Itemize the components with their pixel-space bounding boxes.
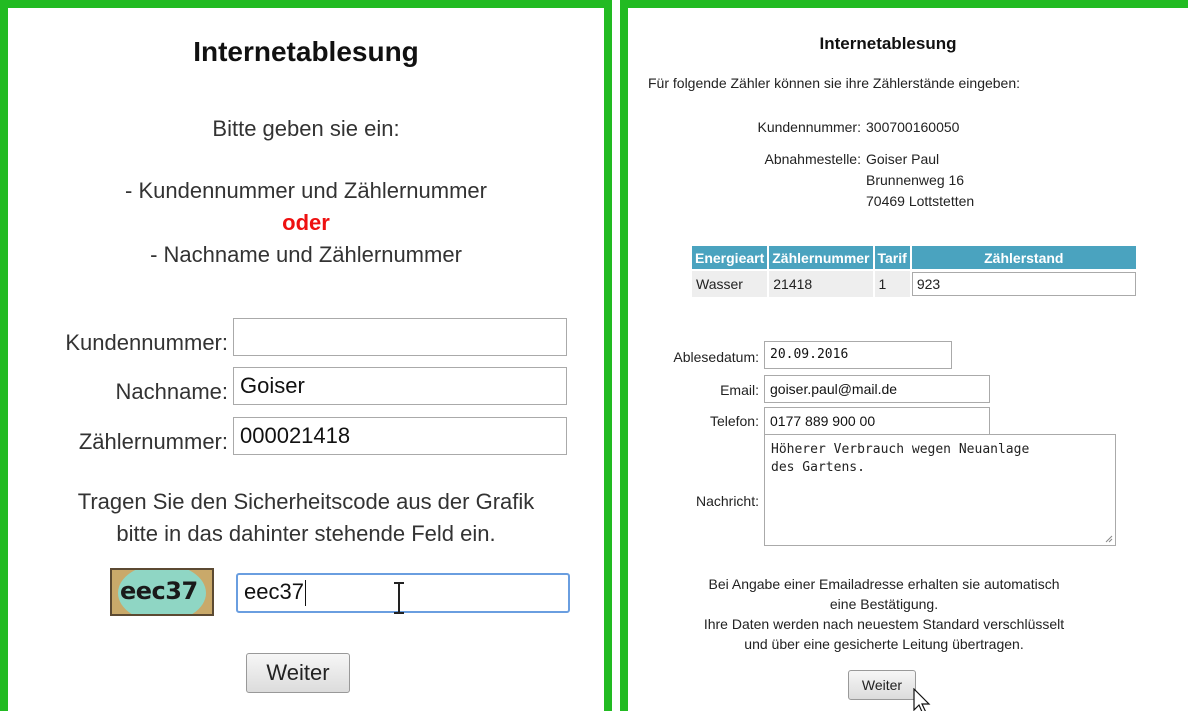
mouse-pointer-icon — [913, 688, 931, 711]
right-panel: Internetablesung Für folgende Zähler kön… — [620, 0, 1188, 711]
captcha-instructions: Tragen Sie den Sicherheitscode aus der G… — [8, 486, 604, 550]
captcha-instructions-line1: Tragen Sie den Sicherheitscode aus der G… — [77, 489, 535, 514]
zaehlerstand-input[interactable]: 923 — [911, 272, 1136, 296]
telefon-input[interactable]: 0177 889 900 00 — [764, 407, 990, 435]
kundennummer-label: Kundennummer: — [65, 330, 228, 355]
abnahmestelle-name: Goiser Paul — [866, 151, 940, 167]
ablesedatum-label: Ablesedatum: — [673, 349, 759, 365]
header-energieart: Energieart — [692, 246, 768, 269]
option-last-name: - Nachname und Zählernummer — [150, 242, 462, 267]
option-customer-number: - Kundennummer und Zählernummer — [125, 178, 487, 203]
captcha-image: eec37 — [110, 568, 214, 616]
meter-intro: Für folgende Zähler können sie ihre Zähl… — [648, 75, 1021, 91]
meter-table: Energieart Zählernummer Tarif Zählerstan… — [690, 244, 1138, 299]
text-caret — [304, 580, 306, 607]
text-cursor-icon — [394, 582, 404, 614]
email-label: Email: — [720, 382, 759, 398]
notice-line-2: eine Bestätigung. — [829, 596, 939, 612]
notice-line-3: Ihre Daten werden nach neuestem Standard… — [703, 616, 1065, 632]
page-title-right: Internetablesung — [819, 34, 957, 53]
abnahmestelle-city: 70469 Lottstetten — [866, 193, 975, 209]
notice-line-1: Bei Angabe einer Emailadresse erhalten s… — [708, 576, 1060, 592]
nachname-input[interactable]: Goiser — [233, 367, 567, 405]
page-title: Internetablesung — [193, 36, 419, 67]
oder-separator: oder — [282, 210, 330, 235]
nachname-label: Nachname: — [115, 379, 228, 404]
table-row: Wasser 21418 1 923 — [692, 271, 1136, 297]
telefon-label: Telefon: — [709, 413, 759, 429]
ablesedatum-input[interactable]: 20.09.2016 — [764, 341, 952, 369]
nachricht-text: Höherer Verbrauch wegen Neuanlage des Ga… — [771, 442, 1030, 475]
resize-grip-icon[interactable] — [1105, 535, 1113, 543]
nachricht-label: Nachricht: — [695, 493, 759, 509]
cell-tarif: 1 — [874, 271, 910, 297]
email-input[interactable]: goiser.paul@mail.de — [764, 375, 990, 403]
kundennummer-label-right: Kundennummer: — [757, 119, 861, 135]
left-panel: Internetablesung Bitte geben sie ein: - … — [0, 0, 612, 711]
notice-line-4: und über eine gesicherte Leitung übertra… — [744, 636, 1024, 652]
weiter-button-right[interactable]: Weiter — [848, 670, 916, 700]
captcha-input-value: eec37 — [244, 579, 304, 604]
nachricht-textarea[interactable]: Höherer Verbrauch wegen Neuanlage des Ga… — [764, 434, 1116, 546]
header-zaehlernummer: Zählernummer — [769, 246, 873, 269]
intro-text: Bitte geben sie ein: — [212, 116, 400, 141]
zaehlernummer-label: Zählernummer: — [78, 429, 228, 454]
cell-energieart: Wasser — [692, 271, 768, 297]
abnahmestelle-street: Brunnenweg 16 — [866, 172, 965, 188]
abnahmestelle-label: Abnahmestelle: — [764, 151, 861, 167]
zaehlernummer-input[interactable]: 000021418 — [233, 417, 567, 455]
header-tarif: Tarif — [874, 246, 910, 269]
kundennummer-value: 300700160050 — [866, 119, 960, 135]
cell-zaehlerstand: 923 — [911, 271, 1136, 297]
kundennummer-input[interactable] — [233, 318, 567, 356]
header-zaehlerstand: Zählerstand — [911, 246, 1136, 269]
weiter-button[interactable]: Weiter — [246, 653, 350, 693]
meter-table-header: Energieart Zählernummer Tarif Zählerstan… — [692, 246, 1136, 269]
captcha-instructions-line2: bitte in das dahinter stehende Feld ein. — [116, 521, 496, 546]
cell-zaehlernummer: 21418 — [769, 271, 873, 297]
captcha-code: eec37 — [120, 577, 198, 605]
